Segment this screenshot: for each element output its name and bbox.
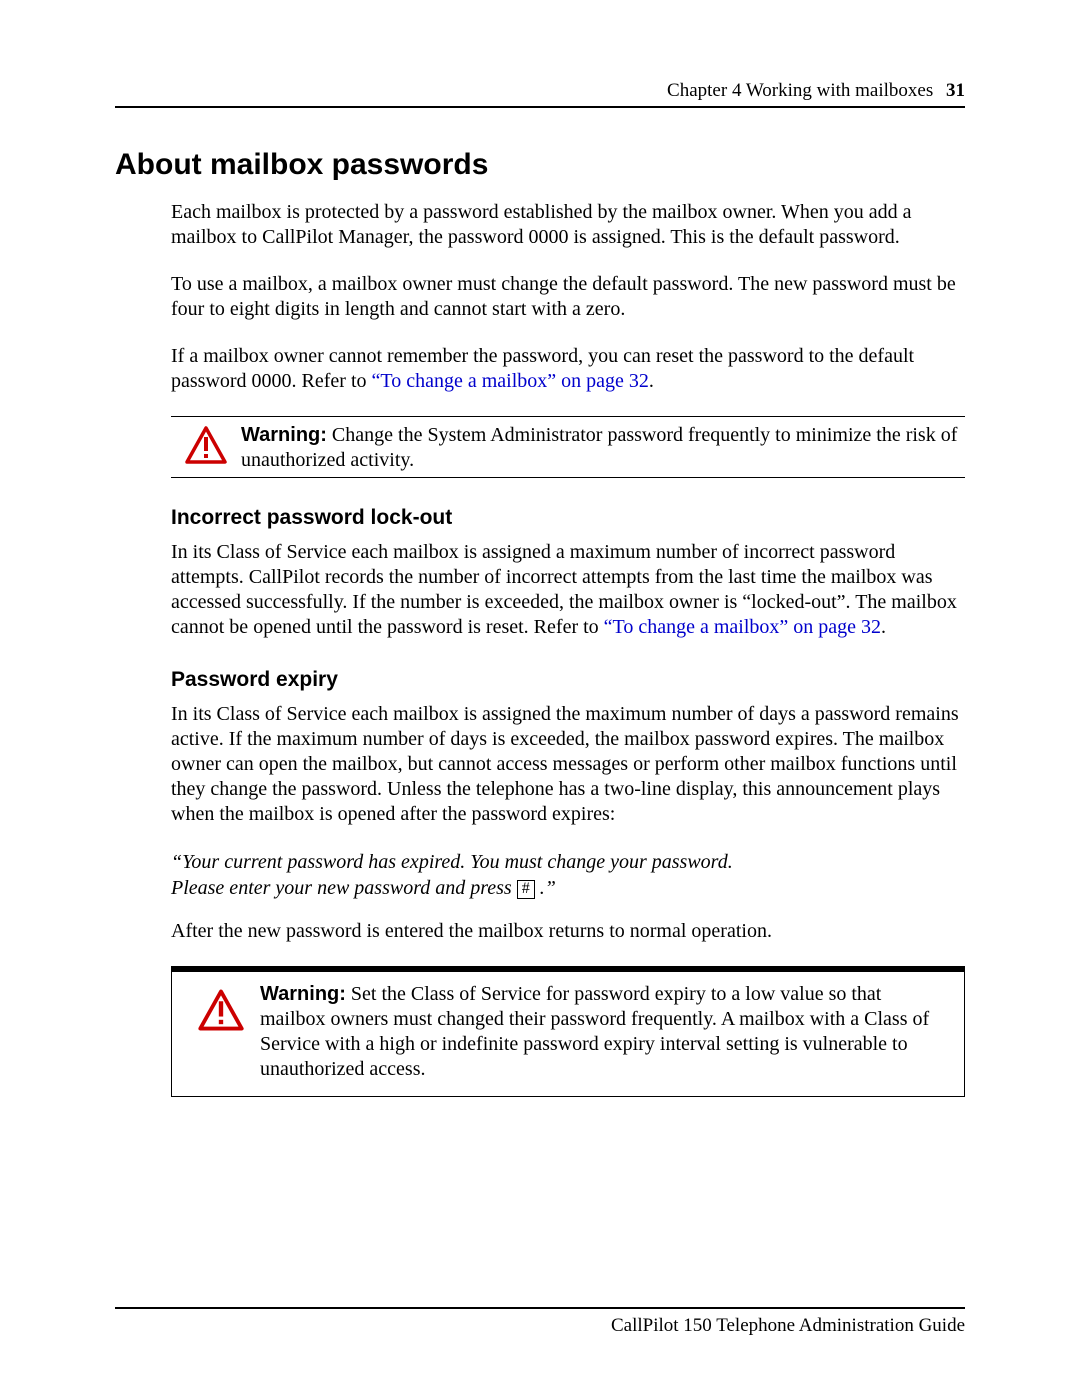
quote-line1: “Your current password has expired. You …: [171, 851, 733, 873]
intro-paragraph-1: Each mailbox is protected by a password …: [171, 200, 965, 250]
quote-line2-post: .”: [535, 877, 556, 899]
warning-expiry-box: Warning: Set the Class of Service for pa…: [171, 966, 965, 1097]
heading-lockout: Incorrect password lock-out: [171, 506, 965, 530]
heading-expiry: Password expiry: [171, 668, 965, 692]
warning-body: Change the System Administrator password…: [241, 424, 957, 471]
footer-text: CallPilot 150 Telephone Administration G…: [611, 1315, 965, 1336]
change-mailbox-link-2[interactable]: “To change a mailbox” on page 32: [604, 616, 881, 638]
warning-body: Set the Class of Service for password ex…: [260, 983, 929, 1080]
rule: [171, 477, 965, 478]
warning-admin-password: Warning: Change the System Administrator…: [171, 417, 965, 477]
lockout-body: In its Class of Service each mailbox is …: [171, 540, 965, 640]
lockout-post: .: [881, 616, 886, 638]
warning-label: Warning:: [260, 983, 346, 1005]
page-title: About mailbox passwords: [115, 148, 965, 182]
quote-line2-pre: Please enter your new password and press: [171, 877, 517, 899]
keycap-hash: #: [517, 880, 535, 899]
intro-paragraph-2: To use a mailbox, a mailbox owner must c…: [171, 272, 965, 322]
expiry-after: After the new password is entered the ma…: [171, 919, 965, 944]
warning-expiry-text: Warning: Set the Class of Service for pa…: [260, 982, 950, 1082]
page-footer: CallPilot 150 Telephone Administration G…: [115, 1307, 965, 1337]
main-content: Each mailbox is protected by a password …: [171, 200, 965, 1097]
page-number: 31: [946, 80, 965, 101]
warning-icon: [182, 982, 260, 1032]
chapter-label: Chapter 4 Working with mailboxes: [667, 80, 933, 101]
expiry-body: In its Class of Service each mailbox is …: [171, 702, 965, 827]
expiry-quote: “Your current password has expired. You …: [171, 849, 965, 901]
page: Chapter 4 Working with mailboxes 31 Abou…: [0, 0, 1080, 1397]
warning-admin-password-text: Warning: Change the System Administrator…: [241, 423, 965, 473]
intro-paragraph-3: If a mailbox owner cannot remember the p…: [171, 344, 965, 394]
warning-label: Warning:: [241, 424, 327, 446]
intro-p3-post: .: [649, 370, 654, 392]
change-mailbox-link[interactable]: “To change a mailbox” on page 32: [372, 370, 649, 392]
warning-icon: [171, 423, 241, 465]
page-header: Chapter 4 Working with mailboxes 31: [115, 80, 965, 108]
